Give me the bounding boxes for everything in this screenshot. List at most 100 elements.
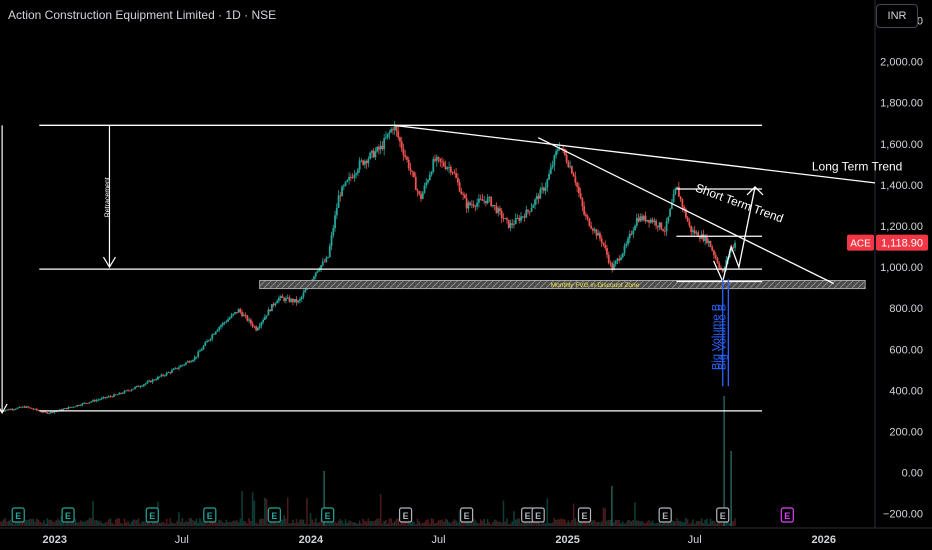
volume-bar	[237, 522, 240, 526]
volume-bar	[721, 523, 724, 526]
volume-bar	[500, 522, 503, 526]
volume-bar	[43, 520, 45, 526]
candle-body	[51, 411, 54, 413]
volume-bar	[186, 522, 189, 526]
volume-bar	[41, 522, 43, 526]
volume-bar	[713, 520, 715, 526]
volume-bar	[121, 523, 124, 526]
candle-body	[378, 147, 380, 150]
volume-bar	[178, 512, 180, 526]
volume-bar	[497, 521, 499, 526]
volume-bar	[218, 519, 221, 526]
candle-body	[428, 174, 431, 181]
price-tick-label: 600.00	[889, 344, 923, 356]
candle-body	[204, 342, 207, 346]
candle-body	[302, 292, 305, 297]
candle-body	[339, 195, 342, 197]
volume-bar	[262, 518, 264, 526]
candle-body	[13, 409, 15, 411]
candle-body	[634, 225, 636, 231]
volume-bar	[143, 521, 145, 526]
candle-body	[376, 147, 379, 152]
volume-bar	[81, 521, 84, 526]
volume-bar	[574, 518, 577, 526]
volume-bar	[493, 519, 496, 526]
chart-title: Action Construction Equipment Limited · …	[8, 8, 277, 22]
volume-bar	[162, 521, 164, 526]
volume-bar	[453, 519, 456, 526]
candle-body	[156, 376, 159, 380]
earnings-badge-letter: E	[207, 511, 213, 521]
volume-bar	[379, 494, 382, 526]
candle-body	[349, 176, 352, 178]
candle-body	[69, 407, 72, 408]
candle-body	[216, 329, 219, 332]
candle-body	[160, 374, 163, 377]
volume-bar	[120, 522, 122, 526]
volume-bar	[253, 500, 256, 526]
volume-bar	[258, 519, 261, 526]
candle-body	[514, 218, 517, 225]
candle-body	[48, 412, 51, 414]
candle-body	[251, 323, 254, 327]
volume-bar	[325, 523, 328, 526]
volume-bar	[413, 521, 415, 526]
candle-body	[155, 379, 158, 381]
volume-bar	[441, 519, 443, 526]
currency-button[interactable]: INR	[876, 4, 918, 28]
volume-bar	[457, 522, 459, 526]
volume-bar	[30, 519, 33, 526]
candle-body	[513, 224, 515, 225]
candle-body	[209, 338, 212, 341]
candle-body	[225, 321, 228, 323]
volume-bar	[492, 521, 494, 526]
candle-body	[679, 196, 682, 200]
volume-bar	[53, 522, 56, 526]
candle-body	[565, 154, 568, 163]
candle-body	[639, 216, 642, 222]
candle-body	[497, 208, 500, 213]
candle-body	[346, 179, 349, 182]
candle-body	[85, 402, 87, 404]
candle-body	[434, 159, 436, 161]
candle-body	[328, 246, 331, 257]
candle-body	[527, 209, 529, 212]
candle-body	[92, 400, 94, 402]
volume-bar	[36, 518, 38, 526]
volume-bar	[693, 523, 696, 526]
candle-body	[342, 185, 345, 187]
price-chart[interactable]: Monthly FVG in Discount Zone Long Term T…	[0, 0, 932, 550]
candle-body	[707, 240, 710, 244]
volume-bar	[129, 523, 131, 526]
volume-bar	[292, 519, 294, 526]
candle-body	[249, 319, 252, 324]
volume-bar	[44, 523, 47, 526]
candle-body	[337, 195, 340, 208]
candle-body	[677, 186, 680, 197]
volume-bar	[225, 519, 228, 526]
volume-bar	[623, 523, 626, 526]
volume-bar	[265, 499, 268, 526]
earnings-badge-letter: E	[65, 511, 71, 521]
candle-body	[21, 406, 24, 408]
candle-body	[167, 372, 170, 374]
candle-body	[341, 186, 343, 197]
candle-body	[62, 409, 65, 411]
candle-body	[44, 411, 47, 413]
volume-bar	[51, 521, 54, 526]
volume-bar	[281, 519, 284, 526]
candle-body	[463, 194, 466, 199]
candle-body	[386, 133, 389, 138]
volume-bar	[614, 519, 617, 526]
volume-bar	[50, 519, 52, 526]
volume-bar	[92, 500, 94, 526]
volume-bar	[365, 521, 368, 526]
candle-body	[541, 187, 543, 190]
earnings-badge-letter: E	[149, 511, 155, 521]
volume-bar	[85, 520, 87, 526]
candle-body	[456, 177, 459, 183]
candle-body	[214, 331, 217, 335]
candle-body	[86, 403, 89, 404]
volume-bar	[311, 519, 314, 526]
candle-body	[444, 165, 447, 169]
